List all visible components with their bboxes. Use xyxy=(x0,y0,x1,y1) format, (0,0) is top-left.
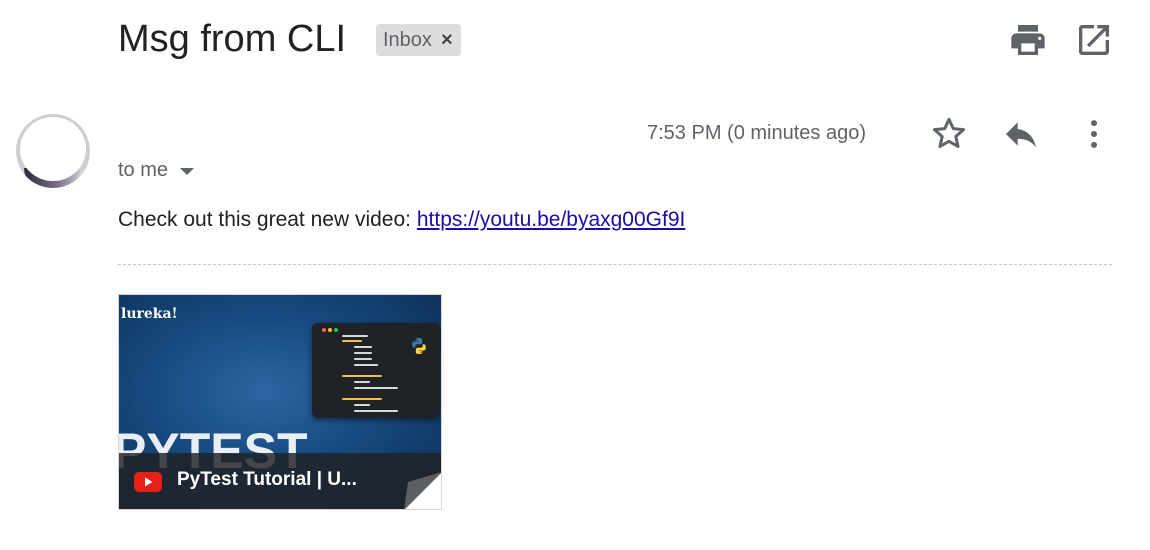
youtube-icon xyxy=(134,472,162,492)
message-timestamp: 7:53 PM (0 minutes ago) xyxy=(647,122,866,144)
email-view: Msg from CLI Inbox × 7:53 PM (0 minutes … xyxy=(0,0,1150,550)
star-icon[interactable] xyxy=(929,114,969,154)
chevron-down-icon[interactable] xyxy=(180,167,195,175)
video-link[interactable]: https://youtu.be/byaxg00Gf9I xyxy=(417,208,686,231)
email-subject: Msg from CLI xyxy=(118,18,347,60)
body-text-prefix: Check out this great new video: xyxy=(118,208,417,231)
inbox-label-chip[interactable]: Inbox × xyxy=(376,24,461,56)
page-curl-corner xyxy=(404,472,441,509)
sender-avatar[interactable] xyxy=(16,114,90,188)
recipient-text: to me xyxy=(118,159,169,181)
message-body: Check out this great new video: https://… xyxy=(118,205,685,235)
attachment-divider xyxy=(118,264,1112,265)
remove-label-icon[interactable]: × xyxy=(441,29,453,52)
recipient-details[interactable]: to me xyxy=(118,155,195,185)
reply-icon[interactable] xyxy=(1001,114,1041,154)
more-vertical-icon[interactable] xyxy=(1074,114,1114,154)
thumbnail-code-window xyxy=(312,323,440,418)
video-title-bar: PyTest Tutorial | U... xyxy=(119,453,441,509)
print-icon[interactable] xyxy=(1008,20,1048,60)
youtube-video-card[interactable]: lureka! PYTEST PyTest Tutorial | U... xyxy=(118,294,442,510)
video-title: PyTest Tutorial | U... xyxy=(177,469,357,490)
open-in-new-window-icon[interactable] xyxy=(1074,20,1114,60)
window-dots xyxy=(322,328,338,332)
avatar-photo-blank xyxy=(20,117,86,181)
python-logo-icon xyxy=(410,337,428,355)
label-text: Inbox xyxy=(383,28,432,51)
thumbnail-brand-text: lureka! xyxy=(121,306,178,322)
